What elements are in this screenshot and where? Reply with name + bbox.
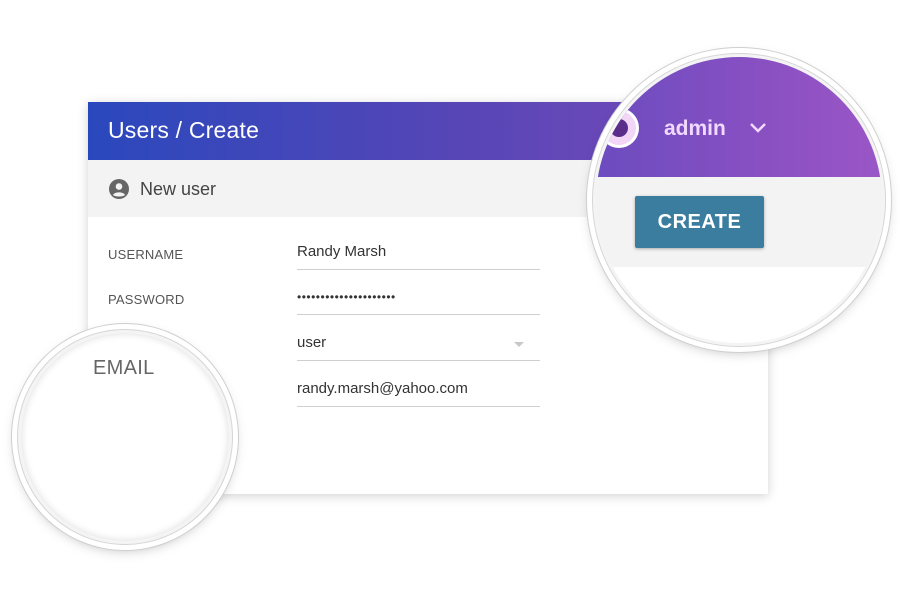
username-value: Randy Marsh: [297, 243, 387, 260]
username-label: USERNAME: [108, 247, 184, 262]
magnified-header: [596, 57, 882, 177]
create-button[interactable]: CREATE: [635, 196, 764, 248]
email-label: EMAIL: [93, 357, 155, 379]
breadcrumb[interactable]: Users / Create: [108, 117, 259, 144]
role-select[interactable]: user: [297, 328, 540, 361]
user-circle-icon: [109, 179, 129, 199]
password-value: •••••••••••••••••••••: [297, 290, 396, 304]
username-field[interactable]: Randy Marsh: [297, 237, 540, 270]
email-field[interactable]: randy.marsh@yahoo.com: [297, 374, 540, 407]
magnifier-header: admin CREATE: [593, 54, 885, 346]
chevron-down-icon[interactable]: [748, 121, 768, 135]
role-value: user: [297, 334, 327, 351]
avatar[interactable]: [602, 111, 636, 145]
password-field[interactable]: •••••••••••••••••••••: [297, 282, 540, 315]
form-title: New user: [140, 179, 217, 199]
email-value: randy.marsh@yahoo.com: [297, 380, 468, 397]
magnifier-email: EMAIL: [18, 330, 232, 544]
password-label: PASSWORD: [108, 292, 185, 307]
user-menu-label[interactable]: admin: [664, 117, 726, 141]
dropdown-arrow-icon: [514, 342, 524, 347]
